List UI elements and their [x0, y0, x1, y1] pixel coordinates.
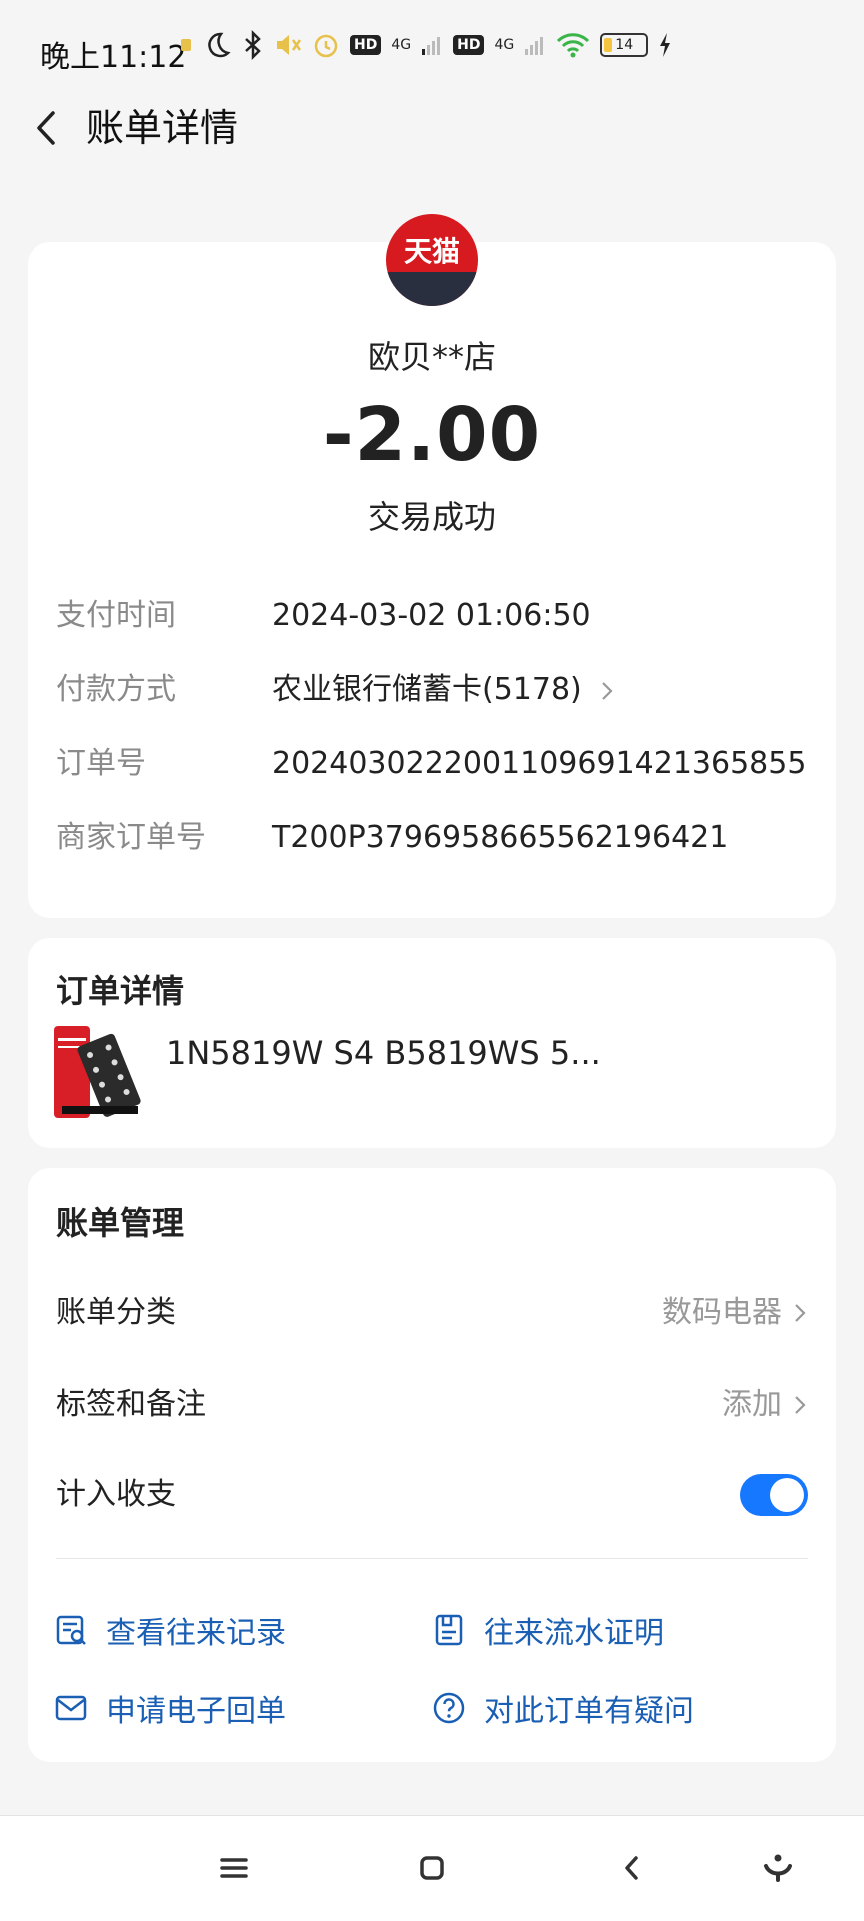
logo-cat-shape — [386, 272, 478, 306]
wifi-icon — [557, 33, 590, 58]
hd-badge: HD — [350, 35, 382, 55]
document-icon — [435, 1614, 463, 1646]
records-search-icon — [56, 1615, 86, 1645]
sim-icon — [181, 39, 191, 51]
transaction-card: 天猫 欧贝**店 -2.00 交易成功 支付时间 2024-03-02 01:0… — [28, 214, 836, 918]
page-title: 账单详情 — [86, 106, 239, 150]
product-name[interactable]: 1N5819W S4 B5819WS 5... — [166, 1034, 601, 1072]
page-header: 账单详情 — [0, 95, 864, 161]
bill-category-row[interactable]: 账单分类 数码电器 — [56, 1288, 808, 1338]
view-records-label: 查看往来记录 — [106, 1616, 286, 1651]
divider — [56, 1558, 808, 1559]
detail-label: 订单号 — [56, 746, 146, 781]
include-in-stats-row: 计入收支 — [56, 1470, 808, 1520]
detail-row-pay-time: 支付时间 2024-03-02 01:06:50 — [56, 594, 816, 638]
mail-icon — [55, 1695, 87, 1721]
bluetooth-icon — [245, 30, 261, 60]
mute-icon — [277, 35, 302, 55]
home-button[interactable] — [410, 1846, 454, 1890]
bill-category-value-wrap: 数码电器 — [662, 1288, 808, 1338]
product-image[interactable] — [54, 1026, 142, 1118]
alarm-icon — [314, 34, 338, 58]
tags-notes-row[interactable]: 标签和备注 添加 — [56, 1380, 808, 1430]
detail-row-pay-method[interactable]: 付款方式 农业银行储蓄卡(5178) — [56, 668, 816, 712]
system-nav-bar — [0, 1815, 864, 1921]
bill-category-value: 数码电器 — [662, 1295, 782, 1330]
hd-badge-2: HD — [453, 35, 485, 55]
tags-notes-value-wrap: 添加 — [722, 1380, 808, 1430]
toggle-knob — [770, 1478, 804, 1512]
question-icon — [433, 1692, 465, 1724]
e-receipt-button[interactable]: 申请电子回单 — [54, 1686, 286, 1730]
tmall-logo: 天猫 — [386, 214, 478, 306]
network-type: 4G — [391, 37, 412, 53]
include-in-stats-toggle[interactable] — [740, 1474, 808, 1516]
detail-value-wrap: 农业银行储蓄卡(5178) — [272, 668, 615, 712]
menu-button[interactable] — [212, 1846, 256, 1890]
detail-row-merchant-order-no: 商家订单号 T200P3796958665562196421 — [56, 816, 816, 860]
order-question-label: 对此订单有疑问 — [484, 1694, 694, 1729]
flow-proof-label: 往来流水证明 — [484, 1616, 664, 1651]
status-time: 晚上11:12 — [40, 40, 187, 75]
detail-value: 2024030222001109691421365855 — [272, 746, 807, 781]
moon-icon — [208, 32, 231, 58]
include-in-stats-label: 计入收支 — [56, 1477, 176, 1512]
assistant-button[interactable] — [756, 1846, 800, 1890]
status-icons: HD 4G HD 4G 14 — [180, 30, 672, 60]
signal-icon — [422, 37, 441, 55]
detail-value: 2024-03-02 01:06:50 — [272, 598, 591, 633]
order-question-button[interactable]: 对此订单有疑问 — [432, 1686, 694, 1730]
back-nav-button[interactable] — [610, 1846, 654, 1890]
back-button[interactable] — [22, 103, 72, 153]
home-square-icon — [420, 1856, 444, 1880]
detail-row-order-no: 订单号 2024030222001109691421365855 — [56, 742, 816, 786]
detail-value: 农业银行储蓄卡(5178) — [272, 672, 582, 707]
tags-notes-add: 添加 — [722, 1387, 782, 1422]
transaction-amount: -2.00 — [322, 392, 542, 478]
battery-indicator: 14 — [600, 33, 649, 57]
status-bar: 晚上11:12 HD 4G HD 4G 14 — [0, 0, 864, 100]
detail-label: 付款方式 — [56, 672, 176, 707]
logo-text: 天猫 — [403, 235, 460, 268]
battery-level: 14 — [615, 37, 634, 53]
chevron-right-icon — [602, 681, 613, 700]
assistant-icon — [764, 1854, 792, 1882]
transaction-status: 交易成功 — [367, 498, 496, 536]
menu-icon — [220, 1858, 248, 1878]
order-detail-card[interactable]: 订单详情 1N5819W S4 B5819WS 5... — [28, 938, 836, 1148]
detail-value: T200P3796958665562196421 — [272, 820, 729, 855]
bill-category-label: 账单分类 — [56, 1295, 176, 1330]
chevron-right-icon — [795, 1304, 806, 1322]
tags-notes-label: 标签和备注 — [56, 1387, 206, 1422]
merchant-name[interactable]: 欧贝**店 — [28, 332, 836, 378]
charging-icon — [660, 33, 671, 57]
e-receipt-label: 申请电子回单 — [106, 1694, 286, 1729]
signal-icon-2 — [525, 37, 544, 55]
flow-proof-button[interactable]: 往来流水证明 — [432, 1608, 664, 1652]
chevron-right-icon — [795, 1396, 806, 1414]
bill-management-title: 账单管理 — [56, 1204, 185, 1242]
bill-management-card: 账单管理 账单分类 数码电器 标签和备注 添加 计入收支 查看往来记录 往来流水… — [28, 1168, 836, 1762]
order-detail-title: 订单详情 — [56, 972, 185, 1010]
back-arrow-icon — [625, 1856, 638, 1880]
view-records-button[interactable]: 查看往来记录 — [54, 1608, 286, 1652]
detail-label: 支付时间 — [56, 598, 176, 633]
detail-label: 商家订单号 — [56, 820, 206, 855]
network-type-2: 4G — [494, 37, 515, 53]
